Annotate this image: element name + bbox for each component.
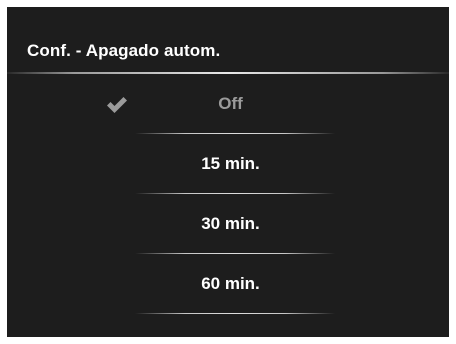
option-label: 30 min. [201,214,260,233]
power-off-options-list: Off 15 min. 30 min. 60 min. [7,74,449,314]
option-15-min[interactable]: 15 min. [7,134,449,194]
auto-power-off-dialog: Conf. - Apagado autom. Off 15 min. 30 mi… [7,7,449,337]
option-60-min[interactable]: 60 min. [7,254,449,314]
option-label: 15 min. [201,154,260,173]
dialog-title: Conf. - Apagado autom. [27,41,221,60]
option-30-min[interactable]: 30 min. [7,194,449,254]
option-label: Off [218,94,243,113]
option-divider [135,313,335,314]
option-label: 60 min. [201,274,260,293]
option-off[interactable]: Off [7,74,449,134]
